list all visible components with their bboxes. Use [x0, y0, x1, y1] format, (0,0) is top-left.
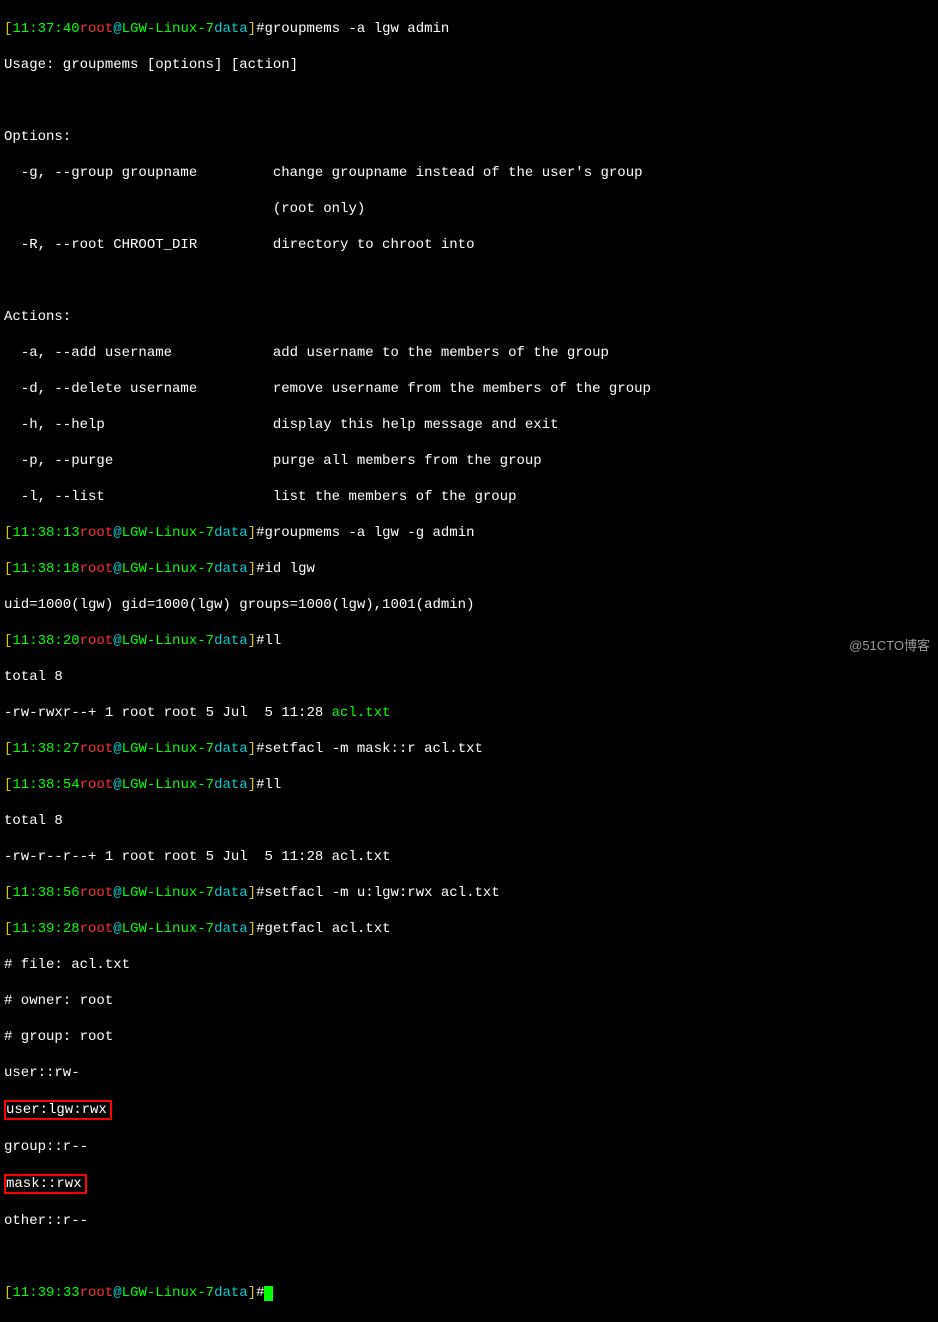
- output-line: -g, --group groupname change groupname i…: [4, 164, 934, 182]
- output-line: # group: root: [4, 1028, 934, 1046]
- prompt-line: [11:39:28root@LGW-Linux-7data]#getfacl a…: [4, 920, 934, 938]
- highlight-box: user:lgw:rwx: [4, 1100, 112, 1120]
- output-line: -h, --help display this help message and…: [4, 416, 934, 434]
- output-line: -p, --purge purge all members from the g…: [4, 452, 934, 470]
- output-line: total 8: [4, 812, 934, 830]
- highlighted-line: user:lgw:rwx: [4, 1100, 934, 1120]
- output-line: uid=1000(lgw) gid=1000(lgw) groups=1000(…: [4, 596, 934, 614]
- user: root: [80, 21, 114, 37]
- command-text: #groupmems -a lgw admin: [256, 21, 449, 37]
- bracket-close: ]: [248, 21, 256, 37]
- output-line: group::r--: [4, 1138, 934, 1156]
- output-line: Actions:: [4, 308, 934, 326]
- output-line: -a, --add username add username to the m…: [4, 344, 934, 362]
- cursor-icon[interactable]: [264, 1286, 273, 1301]
- prompt-line[interactable]: [11:39:33root@LGW-Linux-7data]#: [4, 1284, 934, 1302]
- prompt-line: [11:38:27root@LGW-Linux-7data]#setfacl -…: [4, 740, 934, 758]
- prompt-line: [11:38:54root@LGW-Linux-7data]#ll: [4, 776, 934, 794]
- prompt-hash: #: [256, 1285, 264, 1301]
- prompt-line: [11:37:40root@LGW-Linux-7data]#groupmems…: [4, 20, 934, 38]
- file-listing: -rw-rwxr--+ 1 root root 5 Jul 5 11:28 ac…: [4, 704, 934, 722]
- time: 11:37:40: [12, 21, 79, 37]
- file-name: acl.txt: [332, 849, 391, 865]
- file-listing: -rw-r--r--+ 1 root root 5 Jul 5 11:28 ac…: [4, 848, 934, 866]
- prompt-line: [11:38:18root@LGW-Linux-7data]#id lgw: [4, 560, 934, 578]
- output-line: -d, --delete username remove username fr…: [4, 380, 934, 398]
- output-line: user::rw-: [4, 1064, 934, 1082]
- highlight-box: mask::rwx: [4, 1174, 87, 1194]
- output-line: -l, --list list the members of the group: [4, 488, 934, 506]
- output-line: (root only): [4, 200, 934, 218]
- prompt-line: [11:38:56root@LGW-Linux-7data]#setfacl -…: [4, 884, 934, 902]
- prompt-line: [11:38:20root@LGW-Linux-7data]#ll: [4, 632, 934, 650]
- terminal-output: [11:37:40root@LGW-Linux-7data]#groupmems…: [0, 0, 938, 1322]
- output-line: Usage: groupmems [options] [action]: [4, 56, 934, 74]
- output-line: total 8: [4, 668, 934, 686]
- output-line: other::r--: [4, 1212, 934, 1230]
- output-line: # file: acl.txt: [4, 956, 934, 974]
- highlighted-line: mask::rwx: [4, 1174, 934, 1194]
- output-line: -R, --root CHROOT_DIR directory to chroo…: [4, 236, 934, 254]
- file-name: acl.txt: [332, 705, 391, 721]
- output-line: Options:: [4, 128, 934, 146]
- output-line: # owner: root: [4, 992, 934, 1010]
- watermark: @51CTO博客: [849, 637, 930, 655]
- at: @: [113, 21, 121, 37]
- host: LGW-Linux-7: [122, 21, 214, 37]
- prompt-line: [11:38:13root@LGW-Linux-7data]#groupmems…: [4, 524, 934, 542]
- dir: data: [214, 21, 248, 37]
